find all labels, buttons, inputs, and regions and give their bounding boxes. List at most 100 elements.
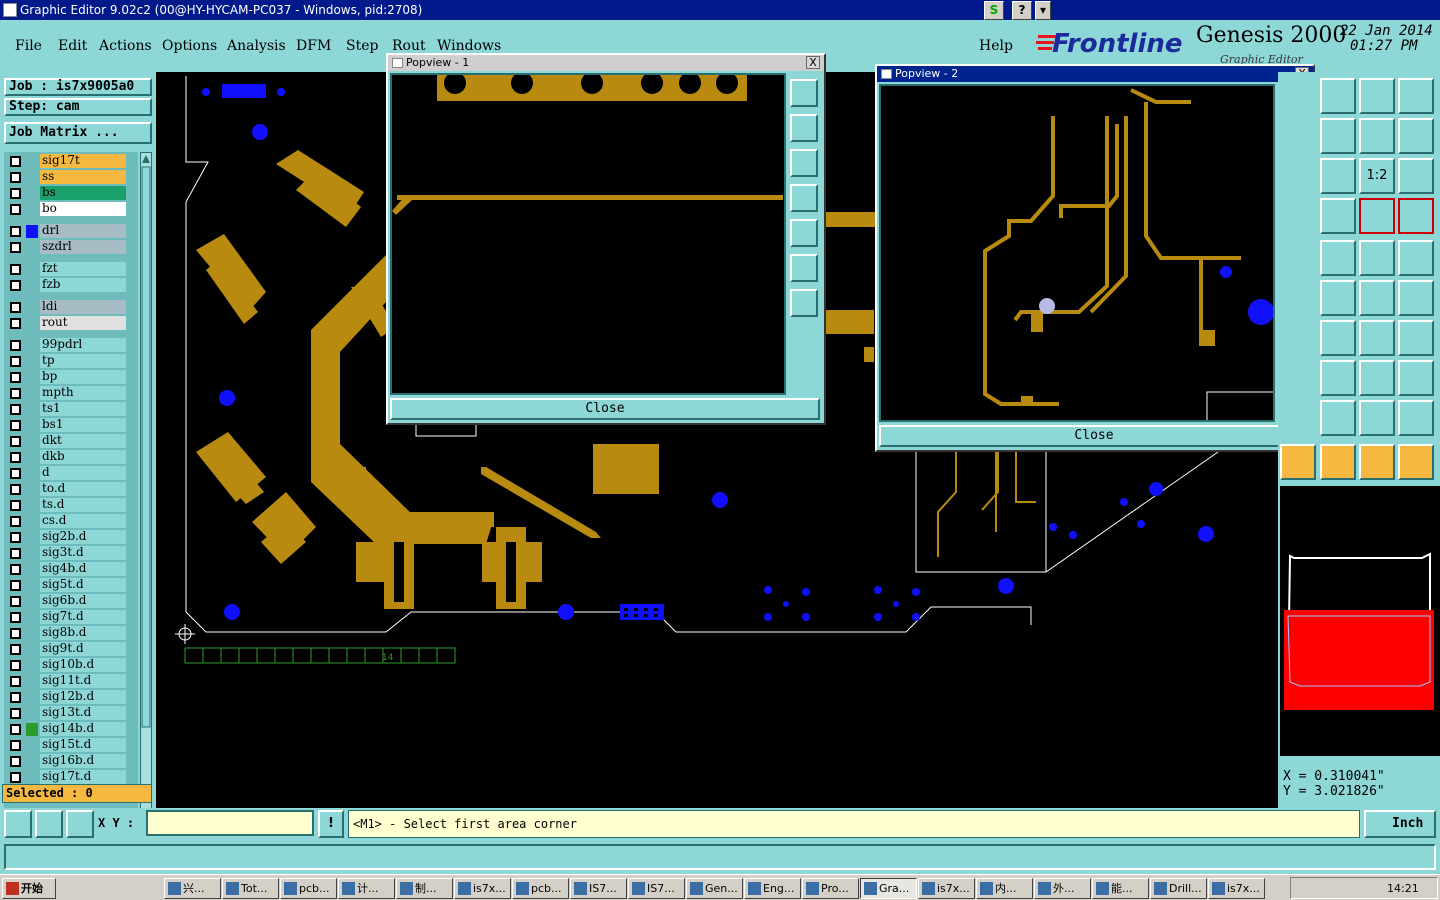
layer-row-bs[interactable]: bs xyxy=(4,186,126,200)
layer-color-swatch[interactable] xyxy=(26,387,38,400)
menu-dfm[interactable]: DFM xyxy=(296,38,331,54)
layer-checkbox[interactable] xyxy=(10,436,21,447)
horizontal-line-icon[interactable] xyxy=(1320,360,1356,396)
taskbar-button[interactable]: 制... xyxy=(396,878,453,899)
pad-icon[interactable] xyxy=(1398,240,1434,276)
layer-name[interactable]: sig17t.d xyxy=(40,770,126,784)
layer-name[interactable]: rout xyxy=(40,316,126,330)
taskbar-button[interactable]: Gra... xyxy=(860,878,917,899)
layer-color-swatch[interactable] xyxy=(26,263,38,276)
popview-1-close-icon[interactable]: X xyxy=(806,56,820,69)
layer-checkbox[interactable] xyxy=(10,468,21,479)
dimension-icon[interactable] xyxy=(1359,360,1395,396)
layer-name[interactable]: dkb xyxy=(40,450,126,464)
menu-help[interactable]: Help xyxy=(979,38,1013,54)
pv1-zoom-home-icon[interactable] xyxy=(790,79,818,107)
layer-row-sig4b-d[interactable]: sig4b.d xyxy=(4,562,126,576)
layer-color-swatch[interactable] xyxy=(26,755,38,768)
layer-row-bo[interactable]: bo xyxy=(4,202,126,216)
layer-color-swatch[interactable] xyxy=(26,339,38,352)
taskbar-button[interactable]: 计... xyxy=(338,878,395,899)
layer-row-sig13t-d[interactable]: sig13t.d xyxy=(4,706,126,720)
layer-row-sig15t-d[interactable]: sig15t.d xyxy=(4,738,126,752)
layer-checkbox[interactable] xyxy=(10,280,21,291)
layer-checkbox[interactable] xyxy=(10,532,21,543)
layer-row-sig7t-d[interactable]: sig7t.d xyxy=(4,610,126,624)
layer-color-swatch[interactable] xyxy=(26,241,38,254)
help-button[interactable]: ? xyxy=(1012,1,1032,20)
layer-checkbox[interactable] xyxy=(10,612,21,623)
taskbar-button[interactable]: pcb... xyxy=(512,878,569,899)
layer-name[interactable]: sig14b.d xyxy=(40,722,126,736)
layer-color-swatch[interactable] xyxy=(26,467,38,480)
layer-color-swatch[interactable] xyxy=(26,627,38,640)
layer-row-ss[interactable]: ss xyxy=(4,170,126,184)
layer-name[interactable]: sig12b.d xyxy=(40,690,126,704)
layer-name[interactable]: bo xyxy=(40,202,126,216)
taskbar-button[interactable]: Tot... xyxy=(222,878,279,899)
zoom-ratio-button[interactable]: 1:2 xyxy=(1359,158,1395,194)
menu-file[interactable]: File xyxy=(15,38,42,54)
color-edit-icon[interactable] xyxy=(1320,240,1356,276)
split-window-icon[interactable] xyxy=(1398,78,1434,114)
layer-row-ldi[interactable]: ldi xyxy=(4,300,126,314)
zoom-fit-icon[interactable] xyxy=(1320,158,1356,194)
layer-name[interactable]: ldi xyxy=(40,300,126,314)
layer-checkbox[interactable] xyxy=(10,740,21,751)
layer-checkbox[interactable] xyxy=(10,204,21,215)
layer-name[interactable]: ts.d xyxy=(40,498,126,512)
triangle-icon[interactable] xyxy=(1320,400,1356,436)
s-button[interactable]: S xyxy=(984,1,1004,20)
layer-color-swatch[interactable] xyxy=(26,301,38,314)
layer-name[interactable]: d xyxy=(40,466,126,480)
query-icon[interactable] xyxy=(1398,158,1434,194)
layer-name[interactable]: cs.d xyxy=(40,514,126,528)
home-icon[interactable] xyxy=(1359,78,1395,114)
layer-row-sig10b-d[interactable]: sig10b.d xyxy=(4,658,126,672)
shapes-icon[interactable] xyxy=(1398,360,1434,396)
layer-checkbox[interactable] xyxy=(10,420,21,431)
taskbar-button[interactable]: is7x... xyxy=(454,878,511,899)
layer-checkbox[interactable] xyxy=(10,724,21,735)
menu-options[interactable]: Options xyxy=(162,38,217,54)
job-matrix-button[interactable]: Job Matrix ... xyxy=(4,122,152,144)
taskbar-button[interactable]: 外... xyxy=(1034,878,1091,899)
layer-row-to-d[interactable]: to.d xyxy=(4,482,126,496)
layer-checkbox[interactable] xyxy=(10,516,21,527)
layer-color-swatch[interactable] xyxy=(26,317,38,330)
layer-checkbox[interactable] xyxy=(10,772,21,783)
layer-name[interactable]: sig13t.d xyxy=(40,706,126,720)
layer-color-swatch[interactable] xyxy=(26,563,38,576)
xy-input[interactable] xyxy=(146,810,314,836)
undo-icon[interactable] xyxy=(1359,118,1395,154)
layer-checkbox[interactable] xyxy=(10,356,21,367)
layer-color-swatch[interactable] xyxy=(26,675,38,688)
layer-checkbox[interactable] xyxy=(10,452,21,463)
layer-checkbox[interactable] xyxy=(10,372,21,383)
layer-checkbox[interactable] xyxy=(10,500,21,511)
layer-name[interactable]: sig4b.d xyxy=(40,562,126,576)
popview-1-close-button[interactable]: Close xyxy=(390,398,820,420)
menu-step[interactable]: Step xyxy=(346,38,378,54)
pv1-pan-right-icon[interactable] xyxy=(790,219,818,247)
layer-checkbox[interactable] xyxy=(10,302,21,313)
layer-color-swatch[interactable] xyxy=(26,483,38,496)
layer-name[interactable]: sig3t.d xyxy=(40,546,126,560)
menu-windows[interactable]: Windows xyxy=(437,38,501,54)
pv1-zoom-in-icon[interactable] xyxy=(790,254,818,282)
layer-checkbox[interactable] xyxy=(10,756,21,767)
layer-name[interactable]: sig5t.d xyxy=(40,578,126,592)
taskbar-button[interactable]: IS7... xyxy=(570,878,627,899)
layer-row-sig5t-d[interactable]: sig5t.d xyxy=(4,578,126,592)
taskbar-button[interactable]: 兴... xyxy=(164,878,221,899)
layer-checkbox[interactable] xyxy=(10,484,21,495)
layer-name[interactable]: dkt xyxy=(40,434,126,448)
bang-button[interactable]: ! xyxy=(318,810,344,838)
layer-checkbox[interactable] xyxy=(10,628,21,639)
layer-name[interactable]: sig8b.d xyxy=(40,626,126,640)
layer-checkbox[interactable] xyxy=(10,156,21,167)
layer-row-sig14b-d[interactable]: sig14b.d xyxy=(4,722,126,736)
layer-checkbox[interactable] xyxy=(10,242,21,253)
pointer-icon[interactable] xyxy=(1280,444,1316,480)
layer-checkbox[interactable] xyxy=(10,548,21,559)
